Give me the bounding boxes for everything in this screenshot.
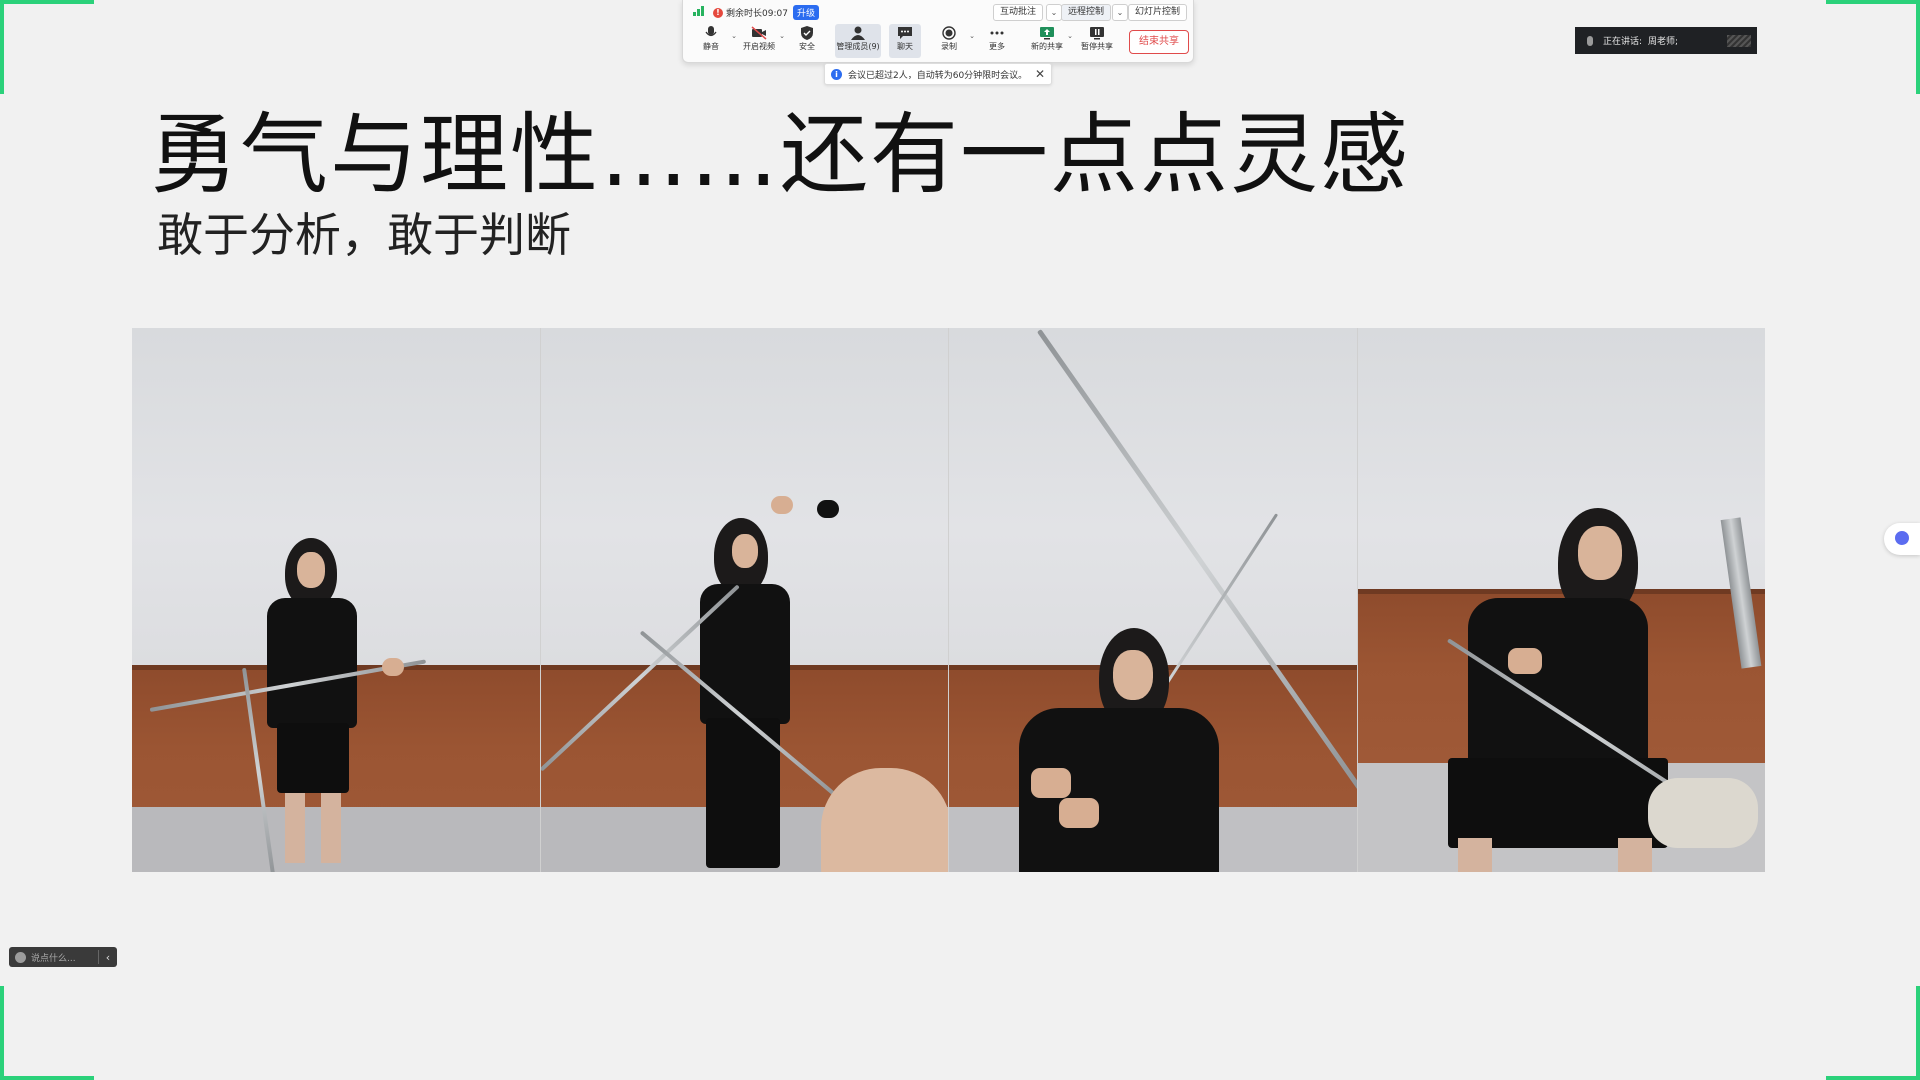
more-button[interactable]: 更多 [977,24,1017,58]
meeting-notice: i 会议已超过2人，自动转为60分钟限时会议。 ✕ [824,63,1052,85]
warning-icon: ! [713,7,723,18]
chat-button[interactable]: 聊天 [889,24,921,58]
new-share-icon [1039,26,1055,40]
chevron-down-icon[interactable]: ⌄ [969,32,975,40]
photo-2 [540,328,949,872]
tool-label: 静音 [703,42,719,51]
annotation-dropdown[interactable]: ⌄ [1046,4,1062,21]
chevron-down-icon[interactable]: ⌄ [1067,32,1073,40]
speaker-indicator: 正在讲话: 周老师; [1575,27,1757,54]
tool-label: 安全 [799,42,815,51]
chat-placeholder: 说点什么... [31,953,76,964]
tool-label: 管理成员(9) [836,42,880,51]
tool-label: 开启视频 [743,42,775,51]
microphone-icon [703,26,719,40]
photo-strip [132,328,1765,872]
video-button[interactable]: 开启视频 ⌄ [739,24,785,58]
smile-icon [15,951,26,963]
remote-control-button[interactable]: 远程控制 [1061,4,1112,21]
photo-3 [949,328,1358,872]
share-border-bottom-right [1826,986,1920,1080]
slide-title: 勇气与理性……还有一点点灵感 [150,103,1411,206]
end-share-button[interactable]: 结束共享 [1129,30,1189,54]
tool-label: 录制 [941,42,957,51]
share-border-bottom-left [0,986,94,1080]
interactive-annotation-button[interactable]: 互动批注 [993,4,1044,21]
mute-button[interactable]: 静音 ⌄ [691,24,737,58]
share-border-top-left [0,0,94,94]
tool-label: 聊天 [897,42,913,51]
record-button[interactable]: 录制 ⌄ [929,24,975,58]
more-icon [989,26,1005,40]
manage-members-button[interactable]: 管理成员(9) [835,24,881,58]
slide-subtitle: 敢于分析，敢于判断 [157,208,571,262]
speaker-name: 周老师; [1648,37,1679,47]
security-button[interactable]: 安全 [787,24,827,58]
slide-control-button[interactable]: 幻灯片控制 [1128,4,1188,21]
new-share-button[interactable]: 新的共享 ⌄ [1027,24,1073,58]
chat-icon [897,26,913,40]
tool-label: 暂停共享 [1081,42,1113,51]
chat-input-box[interactable]: 说点什么... ‹ [9,947,117,967]
floating-assistant-button[interactable] [1884,523,1920,555]
tool-label: 更多 [989,42,1005,51]
chevron-down-icon[interactable]: ⌄ [779,32,785,40]
pause-share-button[interactable]: 暂停共享 [1077,24,1117,58]
chevron-down-icon[interactable]: ⌄ [731,32,737,40]
video-off-icon [751,26,767,40]
record-icon [941,26,957,40]
signal-icon [693,6,705,16]
upgrade-button[interactable]: 升级 [792,5,819,20]
volume-indicator [1727,34,1751,47]
meeting-toolbar: ! 剩余时长09:07 升级 互动批注 ⌄ 远程控制 ⌄ 幻灯片控制 静音 ⌄ … [682,0,1194,63]
meeting-timer: ! 剩余时长09:07 升级 [713,5,819,20]
collapse-arrow-icon[interactable]: ‹ [99,951,117,964]
shield-icon [799,26,815,40]
members-icon [850,26,866,40]
tool-label: 新的共享 [1031,42,1063,51]
close-icon[interactable]: ✕ [1035,67,1045,81]
info-icon: i [831,68,842,80]
photo-4 [1357,328,1765,872]
microphone-icon [1587,35,1593,46]
share-border-top-right [1826,0,1920,94]
remote-control-dropdown[interactable]: ⌄ [1112,4,1128,21]
pause-share-icon [1089,26,1105,40]
notice-text: 会议已超过2人，自动转为60分钟限时会议。 [848,70,1028,81]
timer-label: 剩余时长09:07 [726,9,788,19]
speaker-label: 正在讲话: [1603,37,1643,47]
cloth-item [1647,778,1758,848]
assistant-icon [1895,531,1909,545]
photo-1 [132,328,541,872]
foreground-hand [820,768,949,872]
